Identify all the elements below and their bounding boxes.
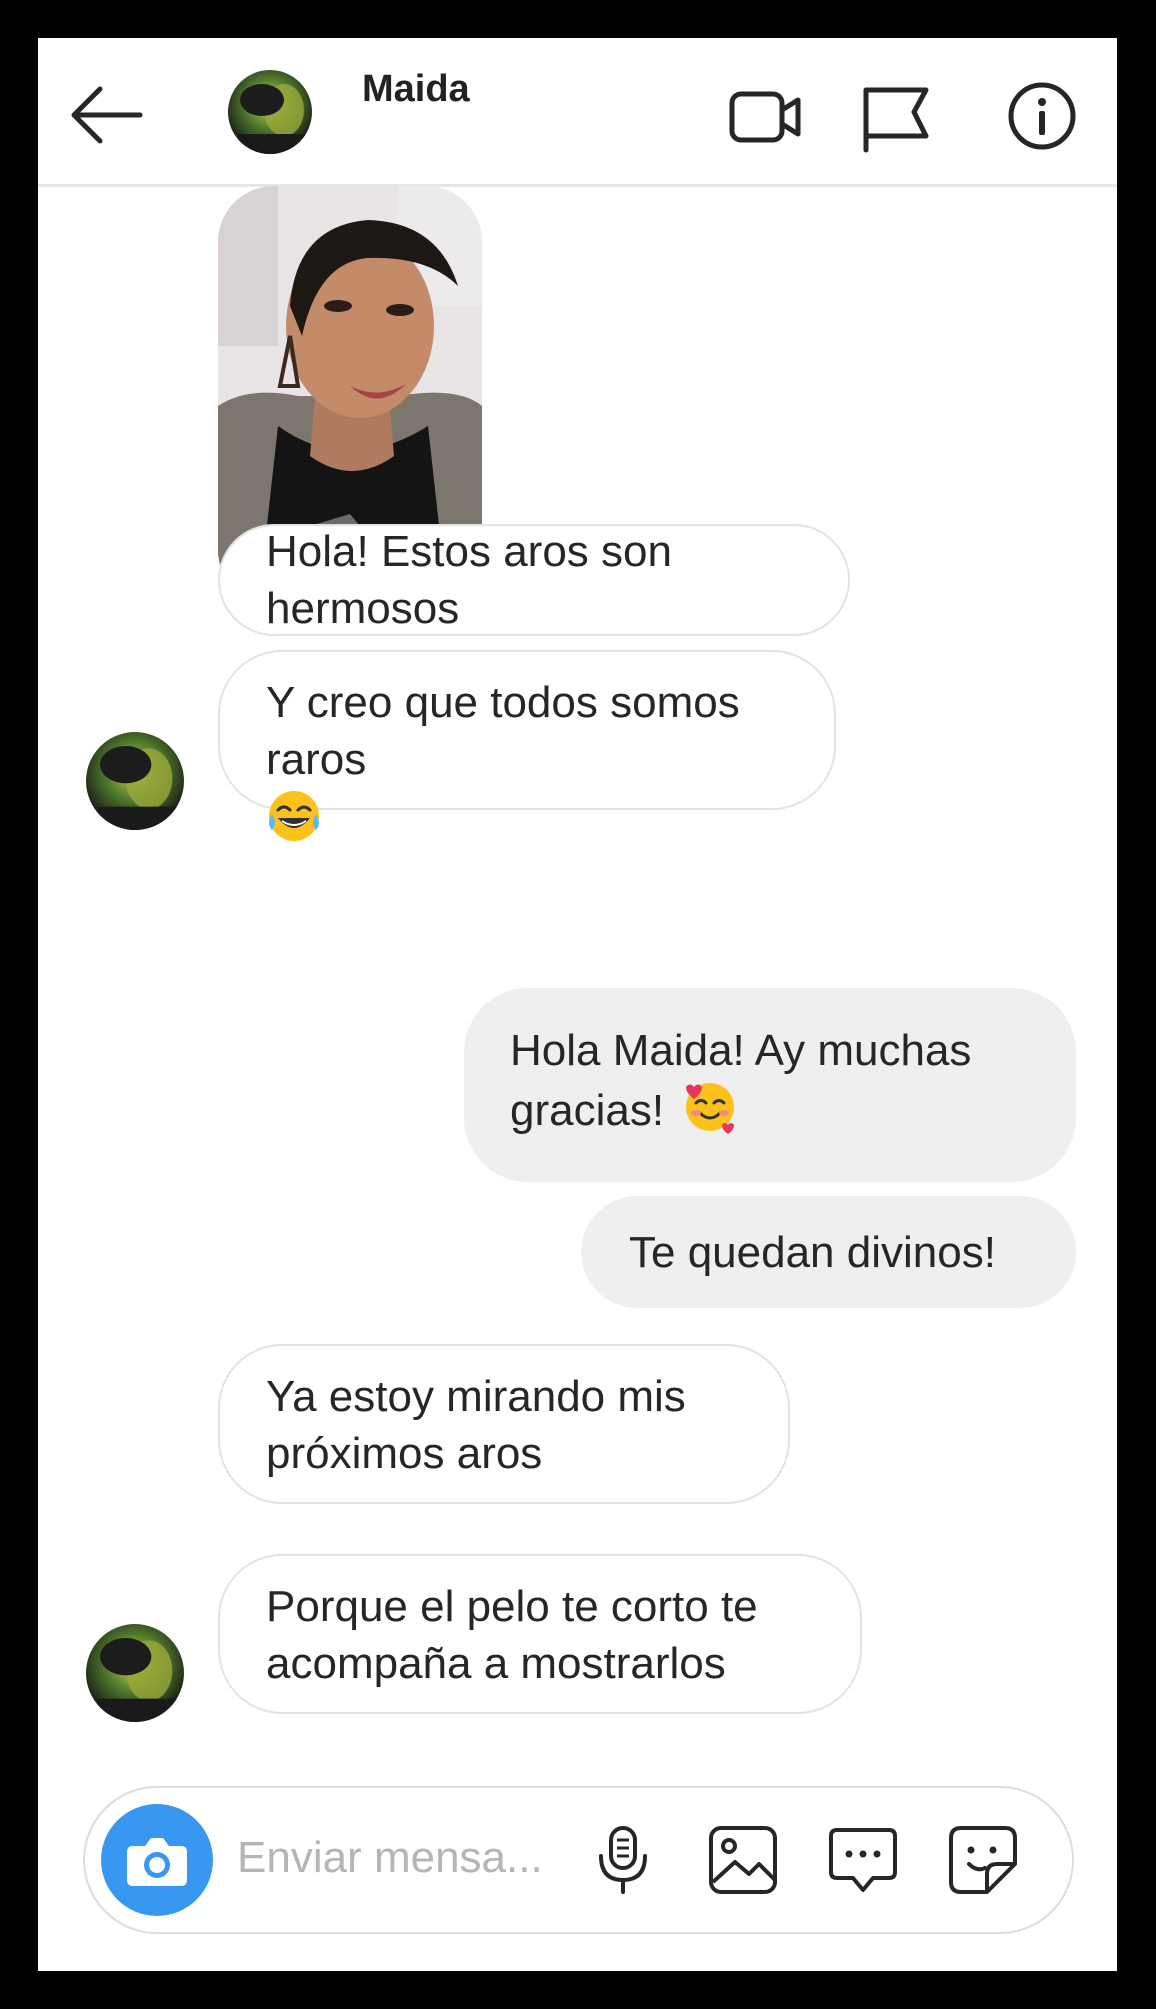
avatar-image — [228, 70, 312, 154]
flag-icon[interactable] — [858, 76, 938, 156]
message-input[interactable] — [237, 1828, 557, 1888]
message-outgoing[interactable]: Te quedan divinos! — [581, 1196, 1076, 1308]
smiling-face-with-hearts-emoji — [686, 1083, 735, 1134]
tears-of-joy-emoji — [269, 791, 319, 841]
camera-button[interactable] — [101, 1804, 213, 1916]
chat-header: Maida — [38, 38, 1117, 187]
sender-avatar[interactable] — [86, 1624, 184, 1722]
sticker-icon[interactable] — [945, 1822, 1021, 1898]
avatar-image — [86, 1624, 184, 1722]
sender-avatar[interactable] — [86, 732, 184, 830]
avatar-image — [86, 732, 184, 830]
back-arrow-icon[interactable] — [66, 80, 146, 150]
message-incoming[interactable]: Hola! Estos aros son hermosos — [218, 524, 850, 636]
info-icon[interactable] — [1004, 76, 1084, 156]
message-text: Te quedan divinos! — [629, 1227, 996, 1277]
video-call-icon[interactable] — [726, 76, 806, 156]
contact-name[interactable]: Maida — [362, 68, 470, 111]
chat-screen: Maida Hola! Estos aros son hermosos Y cr… — [38, 38, 1117, 1971]
message-text: Porque el pelo te corto te acompaña a mo… — [266, 1582, 758, 1688]
quick-reply-icon[interactable] — [825, 1822, 901, 1898]
camera-icon — [127, 1838, 187, 1886]
microphone-icon[interactable] — [585, 1822, 661, 1898]
message-text: Hola! Estos aros son hermosos — [266, 527, 672, 633]
message-outgoing[interactable]: Hola Maida! Ay muchas gracias! — [464, 988, 1076, 1182]
message-text: Ya estoy mirando mis próximos aros — [266, 1372, 686, 1478]
contact-avatar[interactable] — [228, 70, 312, 154]
message-text: Hola Maida! Ay muchas gracias! — [510, 1026, 972, 1135]
message-incoming[interactable]: Ya estoy mirando mis próximos aros — [218, 1344, 790, 1504]
message-incoming[interactable]: Y creo que todos somos raros — [218, 650, 836, 841]
message-incoming[interactable]: Porque el pelo te corto te acompaña a mo… — [218, 1554, 862, 1714]
message-composer — [83, 1786, 1074, 1934]
message-text: Y creo que todos somos raros — [266, 678, 740, 784]
gallery-icon[interactable] — [705, 1822, 781, 1898]
